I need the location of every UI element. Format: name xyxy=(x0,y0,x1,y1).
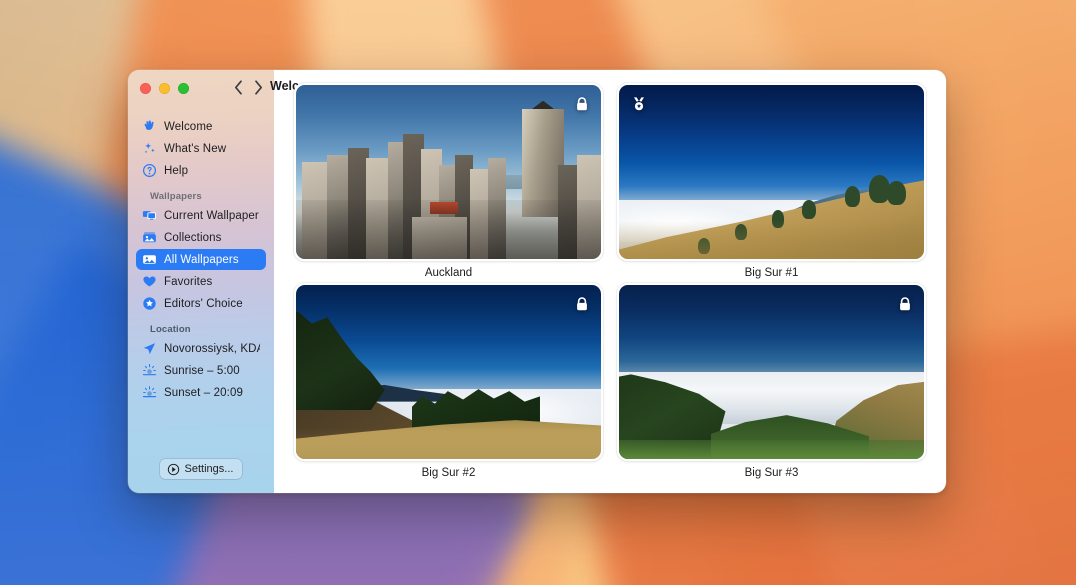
sidebar-item-whats-new[interactable]: What's New xyxy=(136,138,266,159)
displays-icon xyxy=(142,208,157,223)
wallpaper-caption: Auckland xyxy=(424,267,473,279)
wallpaper-thumbnail-big-sur-2[interactable] xyxy=(296,285,601,459)
sidebar-item-label: Favorites xyxy=(164,275,213,288)
wallpaper-caption: Big Sur #1 xyxy=(744,267,799,279)
waving-hand-icon xyxy=(142,119,157,134)
sidebar: Welcome What's New Help Wallpapers Curre… xyxy=(128,70,274,493)
wallpaper-art-auckland xyxy=(296,85,601,259)
lock-icon xyxy=(572,294,591,313)
photo-icon xyxy=(142,252,157,267)
wallpaper-app-window: Welcome What's New Help Wallpapers Curre… xyxy=(128,70,946,493)
settings-circle-icon xyxy=(167,463,180,476)
minimize-button[interactable] xyxy=(159,83,170,94)
sidebar-item-all-wallpapers[interactable]: All Wallpapers xyxy=(136,249,266,270)
wallpaper-thumbnail-big-sur-1[interactable] xyxy=(619,85,924,259)
navigation-buttons xyxy=(230,79,267,96)
sidebar-item-current-wallpaper[interactable]: Current Wallpaper xyxy=(136,205,266,226)
sidebar-item-label: Help xyxy=(164,164,189,177)
content-pane: Welcome xyxy=(234,70,946,493)
sidebar-item-label: Novorossiysk, KDA, R... xyxy=(164,342,260,355)
sidebar-item-help[interactable]: Help xyxy=(136,160,266,181)
desktop-wallpaper-backdrop: Welcome What's New Help Wallpapers Curre… xyxy=(0,0,1076,585)
sidebar-item-label: Sunrise – 5:00 xyxy=(164,364,240,377)
sparkles-icon xyxy=(142,141,157,156)
wallpaper-art-big-sur-2 xyxy=(296,285,601,459)
wallpaper-card[interactable]: Big Sur #3 xyxy=(619,285,924,479)
sidebar-item-label: Editors' Choice xyxy=(164,297,243,310)
settings-button[interactable]: Settings... xyxy=(159,459,243,479)
wallpaper-card[interactable]: Big Sur #1 xyxy=(619,85,924,279)
medal-icon xyxy=(629,94,648,113)
back-button[interactable] xyxy=(230,79,247,96)
sidebar-item-editors-choice[interactable]: Editors' Choice xyxy=(136,293,266,314)
lock-icon xyxy=(895,294,914,313)
sidebar-section-location: Location xyxy=(150,324,191,335)
sidebar-section-wallpapers: Wallpapers xyxy=(150,191,202,202)
wallpaper-grid: Auckland Big Sur #1 Big Sur #2 Big Sur #… xyxy=(274,70,946,493)
sidebar-item-label: Sunset – 20:09 xyxy=(164,386,243,399)
settings-button-label: Settings... xyxy=(184,463,234,475)
wallpaper-art-big-sur-1 xyxy=(619,85,924,259)
sidebar-item-welcome[interactable]: Welcome xyxy=(136,116,266,137)
sidebar-item-collections[interactable]: Collections xyxy=(136,227,266,248)
wallpaper-thumbnail-auckland[interactable] xyxy=(296,85,601,259)
sidebar-item-label: What's New xyxy=(164,142,227,155)
location-arrow-icon xyxy=(142,341,157,356)
maximize-button[interactable] xyxy=(178,83,189,94)
close-button[interactable] xyxy=(140,83,151,94)
sunset-icon xyxy=(142,385,157,400)
wallpaper-card[interactable]: Auckland xyxy=(296,85,601,279)
sidebar-list: Welcome What's New Help Wallpapers Curre… xyxy=(128,103,274,404)
star-circle-icon xyxy=(142,296,157,311)
sidebar-item-location[interactable]: Novorossiysk, KDA, R... xyxy=(136,338,266,359)
sunrise-icon xyxy=(142,363,157,378)
sidebar-footer: Settings... xyxy=(128,459,274,493)
sidebar-item-label: All Wallpapers xyxy=(164,253,239,266)
lock-icon xyxy=(572,94,591,113)
wallpaper-caption: Big Sur #3 xyxy=(744,467,799,479)
sidebar-item-label: Current Wallpaper xyxy=(164,209,259,222)
wallpaper-caption: Big Sur #2 xyxy=(421,467,476,479)
wallpaper-thumbnail-big-sur-3[interactable] xyxy=(619,285,924,459)
heart-icon xyxy=(142,274,157,289)
wallpaper-art-big-sur-3 xyxy=(619,285,924,459)
sidebar-item-sunset[interactable]: Sunset – 20:09 xyxy=(136,382,266,403)
forward-button[interactable] xyxy=(250,79,267,96)
question-circle-icon xyxy=(142,163,157,178)
sidebar-item-sunrise[interactable]: Sunrise – 5:00 xyxy=(136,360,266,381)
sidebar-item-favorites[interactable]: Favorites xyxy=(136,271,266,292)
sidebar-item-label: Collections xyxy=(164,231,222,244)
wallpaper-card[interactable]: Big Sur #2 xyxy=(296,285,601,479)
photo-stack-icon xyxy=(142,230,157,245)
sidebar-item-label: Welcome xyxy=(164,120,213,133)
